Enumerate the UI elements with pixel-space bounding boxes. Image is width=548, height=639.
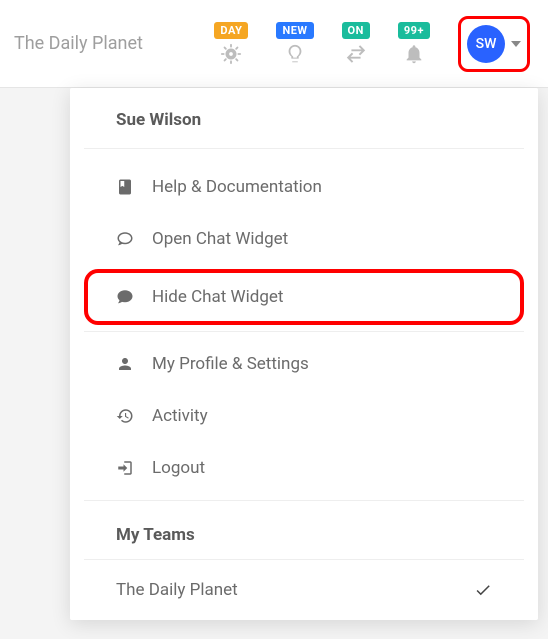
teams-header: My Teams bbox=[84, 507, 524, 560]
logout-icon bbox=[116, 459, 134, 477]
top-bar: The Daily Planet DAY NEW ON 99+ SW bbox=[0, 0, 548, 88]
user-dropdown: Sue Wilson Help & Documentation Open Cha… bbox=[70, 88, 538, 620]
new-badge: NEW bbox=[276, 22, 313, 39]
theme-toggle[interactable]: DAY bbox=[214, 22, 248, 65]
sun-icon bbox=[220, 43, 242, 65]
divider bbox=[84, 500, 524, 501]
menu-help[interactable]: Help & Documentation bbox=[84, 161, 524, 213]
whats-new[interactable]: NEW bbox=[276, 22, 313, 65]
sync-toggle[interactable]: ON bbox=[342, 22, 370, 65]
user-icon bbox=[116, 355, 134, 373]
menu-hide-chat[interactable]: Hide Chat Widget bbox=[84, 269, 524, 325]
notifications[interactable]: 99+ bbox=[398, 22, 430, 65]
team-item[interactable]: The Daily Planet bbox=[84, 560, 524, 620]
caret-down-icon bbox=[511, 41, 521, 47]
on-badge: ON bbox=[342, 22, 370, 39]
dropdown-user-name: Sue Wilson bbox=[84, 88, 524, 149]
menu-activity-label: Activity bbox=[152, 406, 208, 426]
menu-logout-label: Logout bbox=[152, 458, 205, 478]
menu-activity[interactable]: Activity bbox=[84, 390, 524, 442]
team-name: The Daily Planet bbox=[116, 580, 238, 600]
menu-logout[interactable]: Logout bbox=[84, 442, 524, 494]
menu-help-label: Help & Documentation bbox=[152, 177, 322, 197]
history-icon bbox=[116, 407, 134, 425]
menu-open-chat-label: Open Chat Widget bbox=[152, 229, 288, 249]
nav-icons: DAY NEW ON 99+ SW bbox=[214, 16, 538, 72]
menu-profile-label: My Profile & Settings bbox=[152, 354, 309, 374]
notification-count-badge: 99+ bbox=[398, 22, 430, 39]
menu-profile[interactable]: My Profile & Settings bbox=[84, 338, 524, 390]
day-badge: DAY bbox=[214, 22, 248, 39]
lightbulb-icon bbox=[284, 43, 306, 65]
chat-outline-icon bbox=[116, 230, 134, 248]
menu-hide-chat-label: Hide Chat Widget bbox=[152, 287, 283, 307]
divider bbox=[84, 331, 524, 332]
user-menu-trigger[interactable]: SW bbox=[458, 16, 530, 72]
sync-icon bbox=[345, 43, 367, 65]
check-icon bbox=[474, 581, 492, 599]
book-icon bbox=[116, 178, 134, 196]
bell-icon bbox=[403, 43, 425, 65]
avatar: SW bbox=[467, 25, 505, 63]
brand-title[interactable]: The Daily Planet bbox=[14, 33, 143, 54]
chat-filled-icon bbox=[116, 288, 134, 306]
menu-open-chat[interactable]: Open Chat Widget bbox=[84, 213, 524, 265]
